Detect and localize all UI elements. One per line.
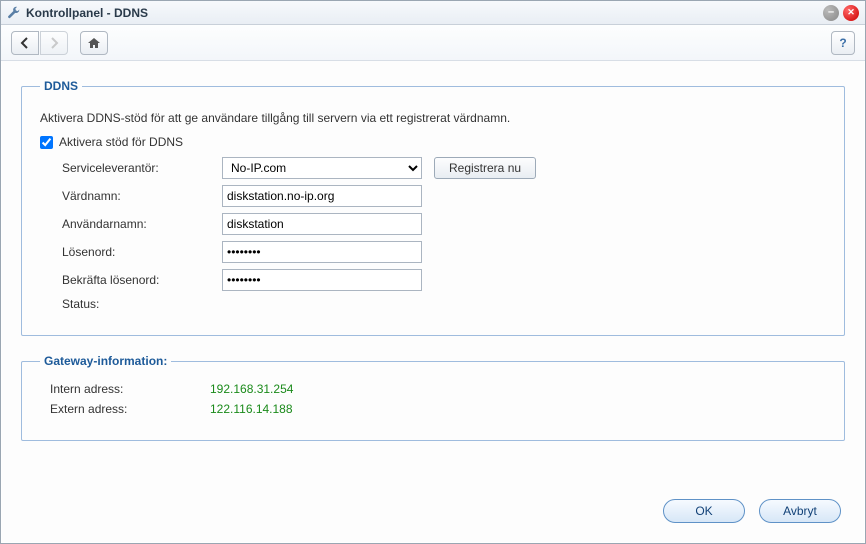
enable-ddns-checkbox[interactable] bbox=[40, 136, 53, 149]
minimize-button[interactable] bbox=[823, 5, 839, 21]
hostname-label: Värdnamn: bbox=[62, 189, 222, 203]
provider-label: Serviceleverantör: bbox=[62, 161, 222, 175]
titlebar: Kontrollpanel - DDNS bbox=[1, 1, 865, 25]
username-input[interactable] bbox=[222, 213, 422, 235]
ok-button[interactable]: OK bbox=[663, 499, 745, 523]
internal-address-value: 192.168.31.254 bbox=[210, 382, 293, 396]
app-window: Kontrollpanel - DDNS ? DDNS Aktivera DDN… bbox=[0, 0, 866, 544]
dialog-footer: OK Avbryt bbox=[1, 483, 865, 543]
password-input[interactable] bbox=[222, 241, 422, 263]
password-label: Lösenord: bbox=[62, 245, 222, 259]
home-button[interactable] bbox=[80, 31, 108, 55]
status-label: Status: bbox=[62, 297, 222, 311]
window-title: Kontrollpanel - DDNS bbox=[26, 6, 148, 20]
external-address-label: Extern adress: bbox=[50, 402, 210, 416]
back-button[interactable] bbox=[11, 31, 39, 55]
help-button[interactable]: ? bbox=[831, 31, 855, 55]
hostname-input[interactable] bbox=[222, 185, 422, 207]
ddns-legend: DDNS bbox=[40, 79, 82, 93]
username-label: Användarnamn: bbox=[62, 217, 222, 231]
provider-select[interactable]: No-IP.com bbox=[222, 157, 422, 179]
ddns-section: DDNS Aktivera DDNS-stöd för att ge använ… bbox=[21, 79, 845, 336]
confirm-password-label: Bekräfta lösenord: bbox=[62, 273, 222, 287]
gateway-legend: Gateway-information: bbox=[40, 354, 171, 368]
external-address-value: 122.116.14.188 bbox=[210, 402, 293, 416]
content-area: DDNS Aktivera DDNS-stöd för att ge använ… bbox=[1, 61, 865, 483]
forward-button[interactable] bbox=[40, 31, 68, 55]
confirm-password-input[interactable] bbox=[222, 269, 422, 291]
toolbar: ? bbox=[1, 25, 865, 61]
internal-address-label: Intern adress: bbox=[50, 382, 210, 396]
register-button[interactable]: Registrera nu bbox=[434, 157, 536, 179]
enable-ddns-label: Aktivera stöd för DDNS bbox=[59, 135, 183, 149]
wrench-icon bbox=[7, 6, 21, 20]
cancel-button[interactable]: Avbryt bbox=[759, 499, 841, 523]
ddns-description: Aktivera DDNS-stöd för att ge användare … bbox=[40, 111, 826, 125]
gateway-section: Gateway-information: Intern adress: 192.… bbox=[21, 354, 845, 441]
close-button[interactable] bbox=[843, 5, 859, 21]
